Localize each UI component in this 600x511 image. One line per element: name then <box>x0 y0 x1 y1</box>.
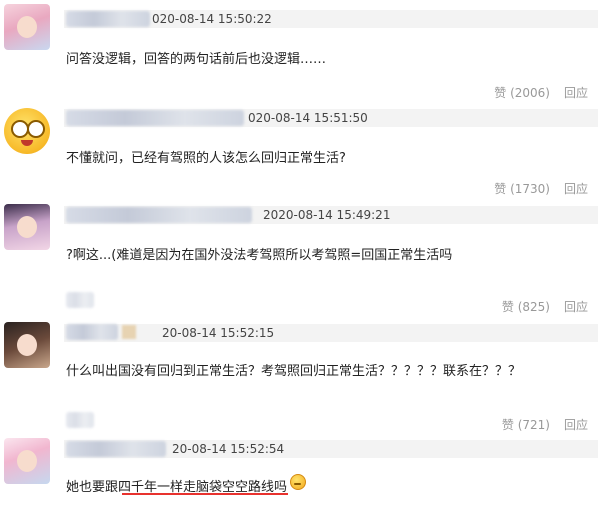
comment-item: 020-08-14 15:51:50 不懂就问，已经有驾照的人该怎么回归正常生活… <box>0 100 600 200</box>
reply-button[interactable]: 回应 <box>564 180 588 197</box>
blurred-username[interactable] <box>66 441 166 457</box>
like-label: 赞 <box>494 182 507 196</box>
avatar-mouth-shape <box>21 140 33 146</box>
comment-item: 20-08-14 15:52:54 她也要跟四千年一样走脑袋空空路线吗 <box>0 424 600 511</box>
comment-date: 2020-08-14 15:49:21 <box>263 208 391 222</box>
like-label: 赞 <box>494 86 507 100</box>
comment-text: 问答没逻辑，回答的两句话前后也没逻辑…… <box>66 52 327 67</box>
blurred-username <box>66 292 94 308</box>
blurred-username[interactable] <box>66 324 118 340</box>
avatar[interactable] <box>4 4 50 50</box>
comment-date: 020-08-14 15:51:50 <box>248 111 368 125</box>
comment-text: ?啊这...(难道是因为在国外没法考驾照所以考驾照=回国正常生活吗 <box>66 248 453 263</box>
comment-item: 020-08-14 15:50:22 问答没逻辑，回答的两句话前后也没逻辑…… … <box>0 0 600 100</box>
avatar-face-shape <box>17 216 37 238</box>
avatar-face-shape <box>17 16 37 38</box>
blurred-username[interactable] <box>66 11 150 27</box>
comment-date: 20-08-14 15:52:15 <box>162 326 275 340</box>
like-count: (2006) <box>510 86 550 100</box>
comment-item: 2020-08-14 15:49:21 ?啊这...(难道是因为在国外没法考驾照… <box>0 200 600 314</box>
avatar[interactable] <box>4 438 50 484</box>
avatar-face-shape <box>17 450 37 472</box>
comment-actions: 赞 (1730) 回应 <box>494 180 588 197</box>
comment-date: 20-08-14 15:52:54 <box>172 442 285 456</box>
blurred-username <box>122 325 136 339</box>
comment-item: 20-08-14 15:52:15 什么叫出国没有回归到正常生活？考驾照回归正常… <box>0 310 600 432</box>
like-count: (1730) <box>510 182 550 196</box>
sweat-emoji-icon <box>290 474 306 490</box>
avatar[interactable] <box>4 322 50 368</box>
avatar[interactable] <box>4 204 50 250</box>
comment-actions: 赞 (2006) 回应 <box>494 84 588 101</box>
avatar-face-shape <box>17 334 37 356</box>
name-bar <box>64 324 598 342</box>
reply-button[interactable]: 回应 <box>564 84 588 101</box>
like-button[interactable]: 赞 (2006) <box>494 84 550 101</box>
red-underline-annotation <box>122 493 288 495</box>
avatar-eye-shape <box>27 120 45 138</box>
comment-date: 020-08-14 15:50:22 <box>152 12 272 26</box>
like-button[interactable]: 赞 (1730) <box>494 180 550 197</box>
blurred-username[interactable] <box>66 207 252 223</box>
comment-text: 什么叫出国没有回归到正常生活？考驾照回归正常生活？？？？？联系在？？？ <box>66 364 522 379</box>
blurred-username[interactable] <box>66 110 244 126</box>
comment-text: 不懂就问，已经有驾照的人该怎么回归正常生活? <box>66 151 346 166</box>
avatar[interactable] <box>4 108 50 154</box>
